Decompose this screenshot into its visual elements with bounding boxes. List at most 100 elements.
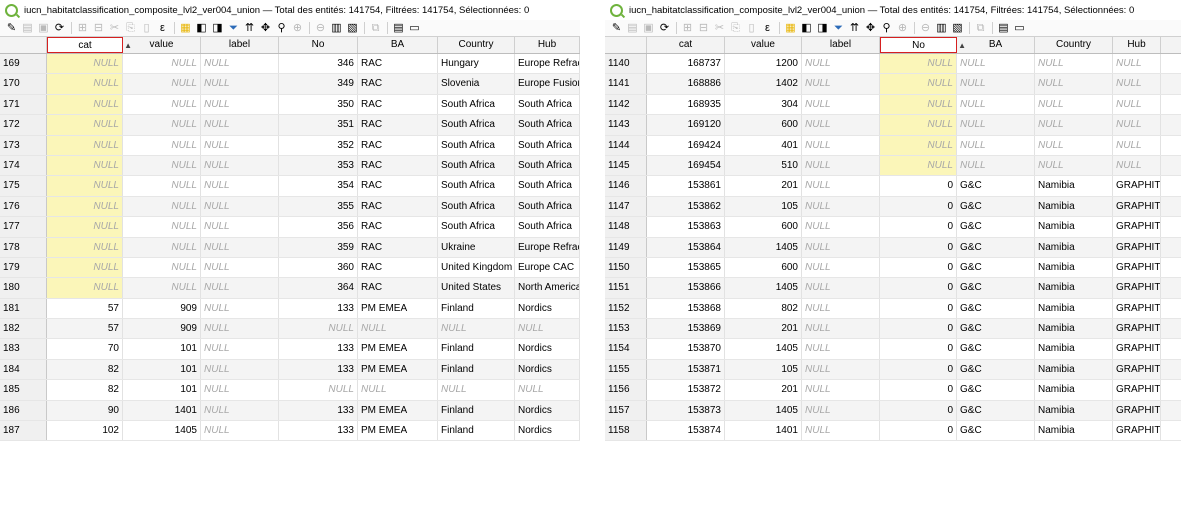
cell-value[interactable]: NULL [123,217,201,237]
cell-label[interactable]: NULL [802,94,880,115]
row-number[interactable]: 1144 [605,135,647,155]
table-row[interactable]: 184 82 101 NULL 133 PM EMEA Finland Nordics [0,359,580,381]
table-row[interactable]: 1153153869201NULL0G&CNamibiaGRAPHITE & C… [605,319,1181,340]
cell-label[interactable]: NULL [802,319,880,339]
deselect-icon[interactable]: ◨ [210,21,225,36]
cell-label[interactable]: NULL [802,359,880,380]
dock-icon[interactable]: ⧉ [368,21,383,36]
cell-no[interactable]: 346 [279,54,358,74]
cell-no[interactable]: 353 [279,155,358,176]
cell-country[interactable]: Namibia [1035,237,1113,257]
cell-value[interactable]: 600 [725,115,802,135]
invert-selection-icon[interactable]: ◧ [194,21,209,36]
cell-hub[interactable]: NULL [1113,74,1161,94]
cell-country[interactable]: Namibia [1035,400,1113,421]
row-number[interactable]: 1141 [605,74,647,94]
cell-hub[interactable]: Nordics [515,359,580,380]
cell-hub[interactable]: GRAPHITE & C... [1113,359,1161,380]
cell-hub[interactable]: Europe CAC [515,257,580,278]
cell-value[interactable]: 510 [725,155,802,176]
deselect-icon[interactable]: ◨ [815,21,830,36]
table-row[interactable]: 187 102 1405 NULL 133 PM EMEA Finland Nordics [0,421,580,442]
cell-country[interactable]: Namibia [1035,278,1113,298]
column-header-hub[interactable]: Hub [1113,37,1161,53]
cell-value[interactable]: 304 [725,94,802,115]
cell-cat[interactable]: 153868 [647,298,725,319]
cell-no[interactable]: 356 [279,217,358,237]
field-calculator-icon[interactable]: ▥ [329,21,344,36]
cell-ba[interactable]: RAC [358,94,438,115]
table-row[interactable]: 170 NULL NULL NULL 349 RAC Slovenia Europe Fusi… [0,74,580,95]
cell-no[interactable]: 355 [279,196,358,217]
cell-value[interactable]: 105 [725,196,802,217]
cell-value[interactable]: NULL [123,155,201,176]
cell-cat[interactable]: 153863 [647,217,725,237]
table-row[interactable]: 1143 169120 600 NULL NULL NULL NULL NULL [605,115,1181,136]
cell-hub[interactable]: GRAPHITE & C... [1113,380,1161,400]
cell-country[interactable]: Namibia [1035,359,1113,380]
cell-hub[interactable]: Nordics [515,421,580,441]
row-number[interactable]: 1152 [605,298,647,319]
cell-no[interactable]: NULL [880,155,957,176]
row-number[interactable]: 182 [0,319,47,339]
cell-label[interactable]: NULL [201,319,279,339]
select-all-icon[interactable]: ▦ [783,21,798,36]
cell-ba[interactable]: G&C [957,298,1035,319]
cell-cat[interactable]: 153871 [647,359,725,380]
column-header-ba[interactable]: BA [358,37,438,53]
filter-icon[interactable]: ⏷ [831,21,846,36]
column-header-label[interactable]: label [802,37,880,53]
cell-ba[interactable]: NULL [957,94,1035,115]
move-selection-top-icon[interactable]: ⇈ [847,21,862,36]
select-all-icon[interactable]: ▦ [178,21,193,36]
cell-hub[interactable]: Nordics [515,339,580,359]
cell-country[interactable]: Finland [438,400,515,421]
cell-cat[interactable]: 153866 [647,278,725,298]
table-row[interactable]: 169 NULL NULL NULL 346 RAC Hungary Europe Refra… [0,54,580,75]
save-icon[interactable]: ▣ [36,21,51,36]
cell-label[interactable]: NULL [201,400,279,421]
cell-hub[interactable]: GRAPHITE & C... [1113,421,1161,441]
cell-hub[interactable]: GRAPHITE & C... [1113,400,1161,421]
cell-ba[interactable]: G&C [957,421,1035,441]
table-row[interactable]: 182 57 909 NULL NULL NULL NULL NULL [0,319,580,340]
cell-hub[interactable]: NULL [515,319,580,339]
table-row[interactable]: 1141 168886 1402 NULL NULL NULL NULL NULL [605,74,1181,95]
cell-no[interactable]: 0 [880,298,957,319]
row-number[interactable]: 173 [0,135,47,155]
cell-cat[interactable]: 153865 [647,257,725,278]
cell-ba[interactable]: RAC [358,115,438,135]
cell-label[interactable]: NULL [802,298,880,319]
cell-country[interactable]: South Africa [438,115,515,135]
cell-hub[interactable]: GRAPHITE & C... [1113,217,1161,237]
cell-cat[interactable]: 169424 [647,135,725,155]
cell-country[interactable]: South Africa [438,176,515,196]
cell-no[interactable]: 133 [279,359,358,380]
cell-no[interactable]: 359 [279,237,358,257]
row-number[interactable]: 176 [0,196,47,217]
cell-country[interactable]: South Africa [438,155,515,176]
cell-label[interactable]: NULL [802,237,880,257]
cell-country[interactable]: South Africa [438,196,515,217]
cell-country[interactable]: NULL [438,380,515,400]
cell-cat[interactable]: 57 [47,319,123,339]
cell-country[interactable]: Finland [438,359,515,380]
cell-value[interactable]: NULL [123,176,201,196]
cell-no[interactable]: NULL [279,380,358,400]
cell-no[interactable]: 0 [880,421,957,441]
cell-country[interactable]: Ukraine [438,237,515,257]
cell-cat[interactable]: 168737 [647,54,725,74]
delete-feature-icon[interactable]: ⊟ [91,21,106,36]
cell-cat[interactable]: NULL [47,74,123,94]
table-row[interactable]: 11511538661405NULL0G&CNamibiaGRAPHITE & … [605,278,1181,299]
table-view-icon[interactable]: ▤ [391,21,406,36]
column-header-ba[interactable]: BA [957,37,1035,53]
cell-cat[interactable]: 82 [47,380,123,400]
cell-no[interactable]: 0 [880,196,957,217]
cell-hub[interactable]: GRAPHITE & C... [1113,339,1161,359]
cell-label[interactable]: NULL [201,359,279,380]
cell-ba[interactable]: G&C [957,257,1035,278]
cell-ba[interactable]: PM EMEA [358,298,438,319]
row-number[interactable]: 185 [0,380,47,400]
cell-hub[interactable]: GRAPHITE & C... [1113,176,1161,196]
